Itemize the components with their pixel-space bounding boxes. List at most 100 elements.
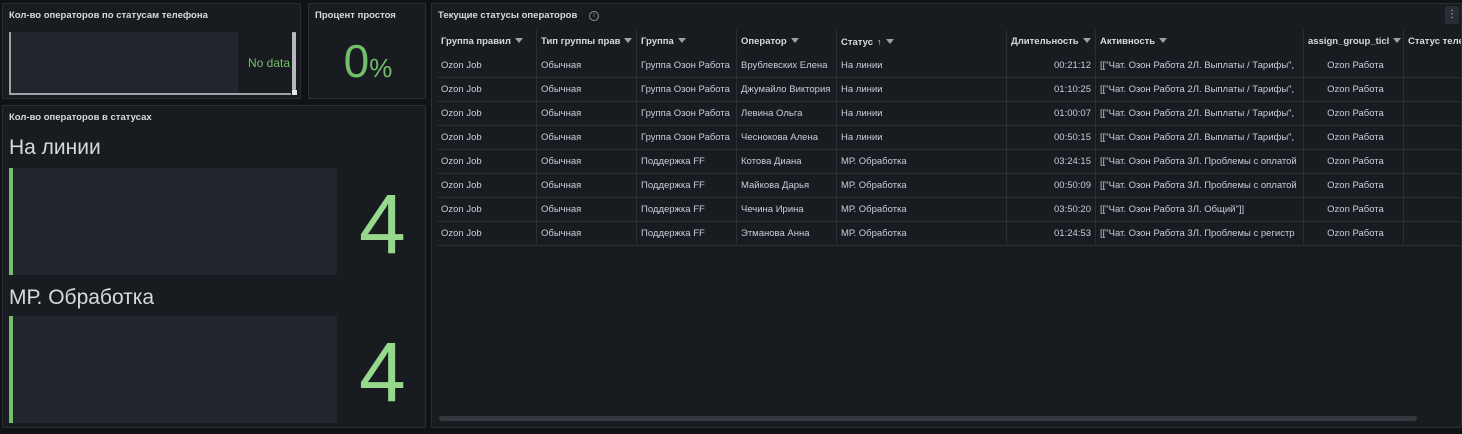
table-cell (1404, 198, 1461, 222)
table-cell: Обычная (537, 174, 637, 198)
table-row[interactable]: Ozon Job Обычная Группа Озон Работа Чесноко… (437, 126, 1461, 150)
table-cell: МР. Обработка (837, 150, 1007, 174)
table-cell: Ozon Работа (1304, 174, 1404, 198)
column-header[interactable]: Длительность (1007, 30, 1096, 54)
panel-title: Процент простоя (315, 10, 396, 21)
column-header[interactable]: Группа правил (437, 30, 537, 54)
table-cell: Этманова Анна (737, 222, 837, 246)
table-row[interactable]: Ozon Job Обычная Группа Озон Работа Джумайл… (437, 78, 1461, 102)
table-cell: МР. Обработка (837, 222, 1007, 246)
table-row[interactable]: Ozon Job Обычная Группа Озон Работа Врублев… (437, 54, 1461, 78)
table-cell: На линии (837, 102, 1007, 126)
column-header[interactable]: Тип группы прав (537, 30, 637, 54)
filter-icon[interactable] (790, 37, 799, 43)
table-cell: На линии (837, 78, 1007, 102)
table-cell: Ozon Job (437, 126, 537, 150)
table-cell: [["Чат. Озон Работа 3Л. Общий"]] (1096, 198, 1304, 222)
table-cell: Обычная (537, 198, 637, 222)
table-cell: Ozon Работа (1304, 78, 1404, 102)
table-row[interactable]: Ozon Job Обычная Группа Озон Работа Левина … (437, 102, 1461, 126)
table-cell: Обычная (537, 54, 637, 78)
sort-arrow-icon[interactable]: ↑ (877, 30, 882, 54)
column-header[interactable]: Активность (1096, 30, 1304, 54)
table-cell: Поддержка FF (637, 174, 737, 198)
stat-unit: % (369, 53, 393, 83)
table-cell: [["Чат. Озон Работа 2Л. Выплаты / Тарифы… (1096, 102, 1304, 126)
chart-area (9, 32, 238, 93)
stat-item-on-line: На линии (9, 136, 101, 160)
table-cell: Чеснокова Алена (737, 126, 837, 150)
filter-icon[interactable] (677, 37, 686, 43)
panel-title: Кол-во операторов по статусам телефона (9, 10, 208, 21)
column-header-label: Статус теле (1408, 36, 1462, 47)
table-cell: Ozon Job (437, 150, 537, 174)
table-cell: На линии (837, 54, 1007, 78)
operators-in-status-panel: Кол-во операторов в статусах На линии 4 … (2, 105, 426, 428)
column-header[interactable]: assign_group_ticl (1304, 30, 1404, 54)
table-cell: Майкова Дарья (737, 174, 837, 198)
stat-background (13, 316, 337, 423)
column-header-label: assign_group_ticl (1308, 36, 1390, 47)
table-cell: Ozon Job (437, 174, 537, 198)
table-row[interactable]: Ozon Job Обычная Поддержка FF Этманова Анна… (437, 222, 1461, 246)
column-header[interactable]: Статус теле (1404, 30, 1462, 54)
filter-icon[interactable] (624, 37, 633, 43)
horizontal-scrollbar[interactable] (9, 93, 291, 95)
table-cell: 03:24:15 (1007, 150, 1096, 174)
filter-icon[interactable] (1082, 37, 1091, 43)
table-cell: 00:50:09 (1007, 174, 1096, 198)
table-cell: [["Чат. Озон Работа 2Л. Выплаты / Тарифы… (1096, 126, 1304, 150)
table-cell (1404, 54, 1461, 78)
stat-background (13, 168, 337, 275)
table-cell: Поддержка FF (637, 198, 737, 222)
table-header-row: Группа правил Тип группы прав Группа Операт… (437, 30, 1462, 54)
vertical-scrollbar[interactable] (292, 32, 296, 90)
idle-percent-panel: Процент простоя 0% (308, 3, 426, 99)
table-cell: Ozon Работа (1304, 126, 1404, 150)
kebab-menu-icon[interactable]: ⋮ (1445, 6, 1459, 24)
column-header[interactable]: Оператор (737, 30, 837, 54)
filter-icon[interactable] (1159, 37, 1168, 43)
table-cell (1404, 222, 1461, 246)
no-data-text: No data (248, 56, 291, 70)
panel-title: Текущие статусы операторов (438, 10, 578, 21)
column-header-label: Группа правил (441, 36, 511, 47)
column-header[interactable]: Статус ↑ (837, 30, 1007, 54)
table-cell: Левина Ольга (737, 102, 837, 126)
table-cell: Ozon Работа (1304, 102, 1404, 126)
filter-icon[interactable] (1393, 37, 1402, 43)
table-cell: [["Чат. Озон Работа 2Л. Выплаты / Тарифы… (1096, 54, 1304, 78)
table-cell: Врублевских Елена (737, 54, 837, 78)
table-cell: Группа Озон Работа (637, 78, 737, 102)
table-cell (1404, 174, 1461, 198)
table-cell: 00:21:12 (1007, 54, 1096, 78)
table-cell: 01:10:25 (1007, 78, 1096, 102)
column-header-label: Активность (1100, 36, 1156, 47)
stat-value: 4 (359, 177, 406, 271)
column-header-label: Группа (641, 36, 674, 47)
table-cell (1404, 150, 1461, 174)
table-cell (1404, 126, 1461, 150)
table-cell: [["Чат. Озон Работа 2Л. Выплаты / Тарифы… (1096, 78, 1304, 102)
table-cell: Ozon Работа (1304, 222, 1404, 246)
horizontal-scrollbar[interactable] (439, 416, 1417, 421)
table-row[interactable]: Ozon Job Обычная Поддержка FF Майкова Дарья… (437, 174, 1461, 198)
table-cell: Ozon Работа (1304, 198, 1404, 222)
table-cell: Группа Озон Работа (637, 126, 737, 150)
column-header[interactable]: Группа (637, 30, 737, 54)
column-header-label: Длительность (1011, 36, 1079, 47)
filter-icon[interactable] (885, 38, 894, 44)
table-row[interactable]: Ozon Job Обычная Поддержка FF Чечина Ирина М… (437, 198, 1461, 222)
table-cell: Ozon Job (437, 222, 537, 246)
table-cell: Поддержка FF (637, 150, 737, 174)
resize-handle[interactable] (292, 90, 297, 95)
stat-label: На линии (9, 136, 101, 159)
table-cell: Ozon Работа (1304, 150, 1404, 174)
table-cell: Ozon Job (437, 198, 537, 222)
stat-value: 4 (359, 325, 406, 419)
info-icon[interactable]: i (589, 11, 599, 21)
phone-status-panel: Кол-во операторов по статусам телефона N… (2, 3, 301, 99)
filter-icon[interactable] (514, 37, 523, 43)
table-row[interactable]: Ozon Job Обычная Поддержка FF Котова Диана М… (437, 150, 1461, 174)
stat-value: 0% (309, 34, 425, 88)
